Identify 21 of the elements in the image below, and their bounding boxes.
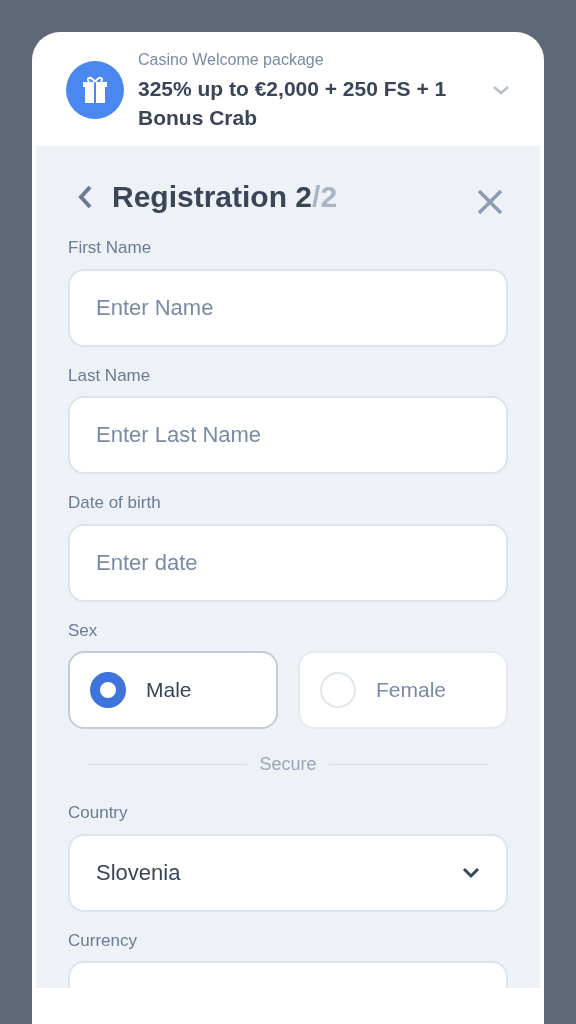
text-input[interactable]: Enter Name bbox=[68, 268, 508, 347]
text-input[interactable]: Enter Last Name bbox=[68, 396, 508, 474]
promo-offer: 325% up to €2,000 + 250 FS + 1 Bonus Crab bbox=[138, 76, 448, 131]
field-label: Last Name bbox=[68, 364, 152, 387]
chevron-down-icon[interactable] bbox=[492, 84, 510, 96]
country-select[interactable]: Slovenia bbox=[68, 833, 508, 912]
step-total: /2 bbox=[312, 180, 338, 213]
field-label: Date of birth bbox=[68, 492, 162, 514]
registration-title: Registration 2 bbox=[112, 180, 313, 213]
gift-icon bbox=[66, 61, 124, 119]
field-label: First Name bbox=[68, 237, 153, 259]
promo-caption: Casino Welcome package bbox=[138, 50, 325, 70]
text-input[interactable]: Enter date bbox=[68, 523, 508, 602]
back-icon[interactable] bbox=[76, 183, 94, 210]
sex-option[interactable]: Male bbox=[68, 651, 278, 729]
field-label: Country bbox=[68, 802, 129, 824]
divider-label: Secure bbox=[259, 753, 317, 776]
field-label: Currency bbox=[68, 929, 138, 952]
close-icon[interactable] bbox=[476, 187, 504, 216]
chevron-down-icon bbox=[462, 866, 480, 879]
field-label: Sex bbox=[68, 619, 99, 642]
